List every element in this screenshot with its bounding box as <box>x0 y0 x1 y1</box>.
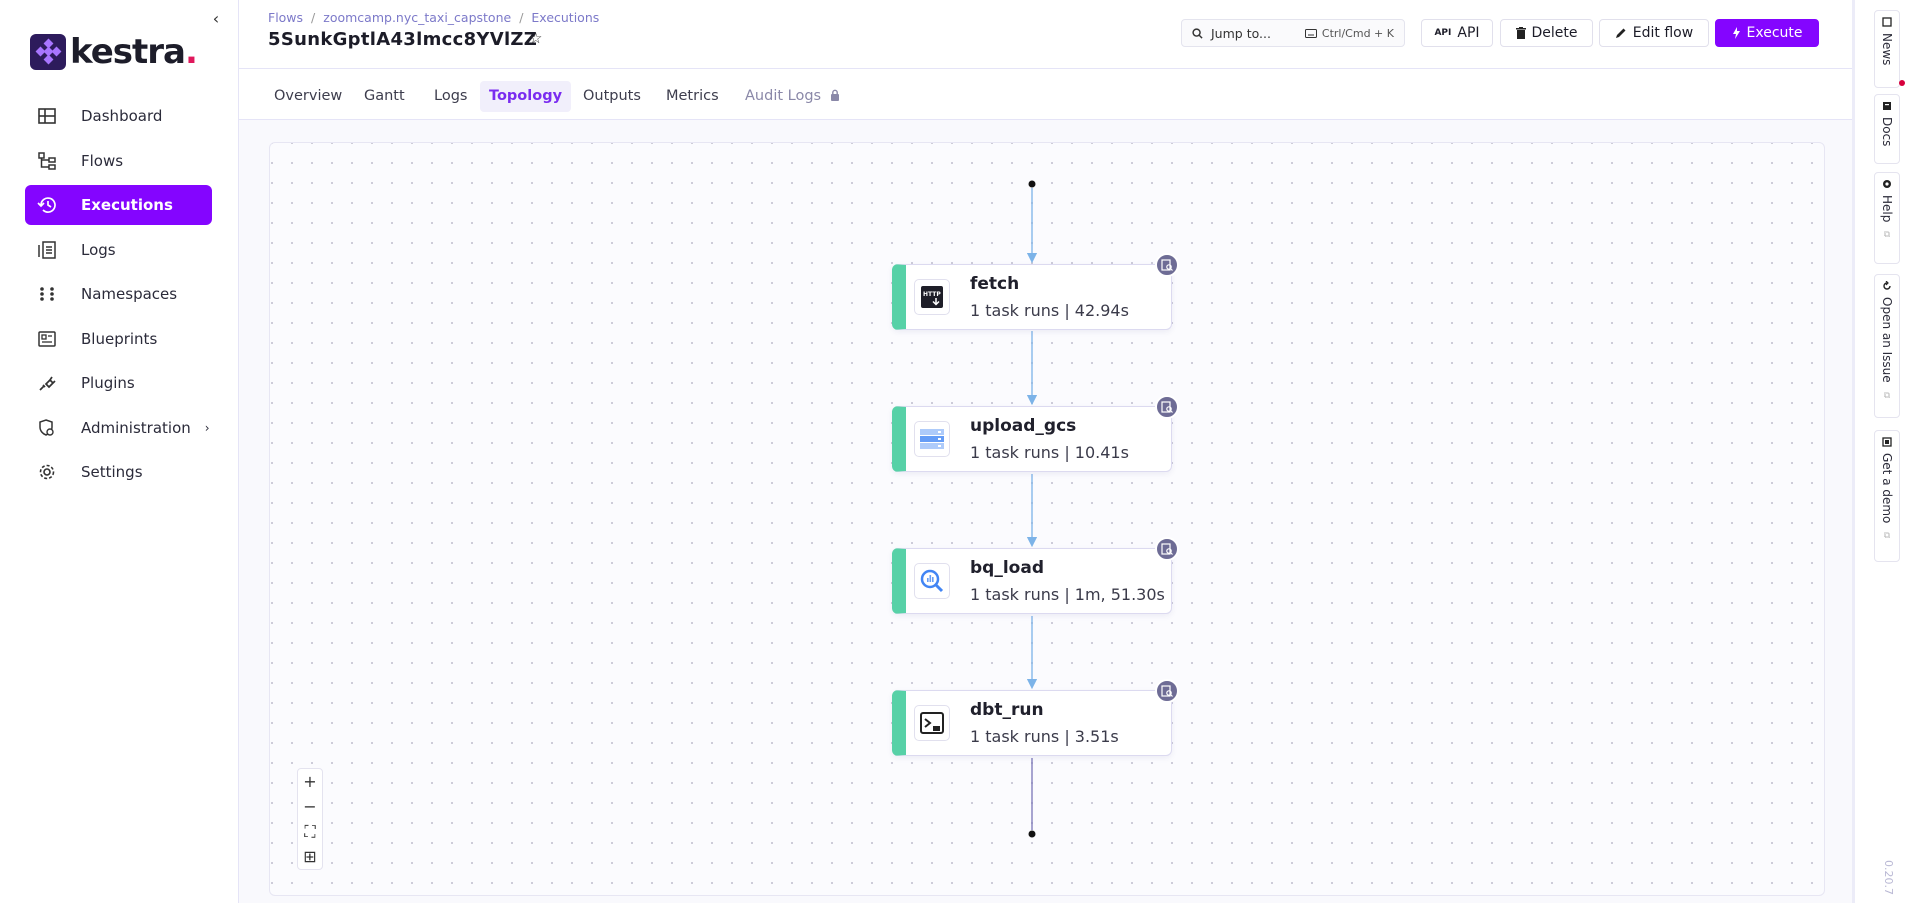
fit-view-button[interactable]: ⛶ <box>298 819 322 844</box>
task-name: bq_load <box>970 558 1044 578</box>
rail-item-docs[interactable]: Docs <box>1874 94 1900 164</box>
task-name: upload_gcs <box>970 416 1077 436</box>
task-logs-icon[interactable] <box>1155 253 1179 277</box>
bigquery-icon <box>914 563 950 599</box>
task-node-fetch[interactable]: HTTP fetch 1 task runs | 42.94s <box>892 253 1179 330</box>
http-download-icon: HTTP <box>914 279 950 315</box>
zoom-in-button[interactable]: + <box>298 769 322 794</box>
task-node-dbt-run[interactable]: dbt_run 1 task runs | 3.51s <box>892 679 1179 756</box>
rail-item-get-demo[interactable]: Get a demo ⧉ <box>1874 430 1900 562</box>
gcs-bucket-icon <box>914 421 950 457</box>
demo-icon <box>1882 437 1892 447</box>
toggle-minimap-button[interactable]: ⊞ <box>298 844 322 869</box>
task-name: fetch <box>970 274 1020 294</box>
terminal-icon <box>914 705 950 741</box>
end-node <box>1028 830 1036 838</box>
zoom-out-button[interactable]: − <box>298 794 322 819</box>
rail-item-open-issue[interactable]: Open an Issue ⧉ <box>1874 274 1900 418</box>
app-version: 0.20.7 <box>1882 860 1895 895</box>
rail-item-news[interactable]: News <box>1874 10 1900 88</box>
docs-icon <box>1883 102 1891 110</box>
task-logs-icon[interactable] <box>1155 679 1179 703</box>
external-link-icon: ⧉ <box>1883 390 1891 401</box>
help-icon <box>1883 180 1891 188</box>
task-meta: 1 task runs | 10.41s <box>970 443 1129 462</box>
rail-divider <box>1852 0 1855 903</box>
external-link-icon: ⧉ <box>1883 531 1891 542</box>
task-meta: 1 task runs | 3.51s <box>970 727 1119 746</box>
svg-text:HTTP: HTTP <box>923 291 941 298</box>
task-meta: 1 task runs | 42.94s <box>970 301 1129 320</box>
external-link-icon: ⧉ <box>1883 230 1891 241</box>
news-icon <box>1882 17 1892 27</box>
refresh-icon <box>1883 281 1891 290</box>
start-node <box>1028 180 1036 188</box>
task-node-bq-load[interactable]: bq_load 1 task runs | 1m, 51.30s <box>892 537 1179 614</box>
zoom-controls: + − ⛶ ⊞ <box>297 768 323 870</box>
task-name: dbt_run <box>970 700 1044 720</box>
task-meta: 1 task runs | 1m, 51.30s <box>970 585 1165 604</box>
task-node-upload-gcs[interactable]: upload_gcs 1 task runs | 10.41s <box>892 395 1179 472</box>
task-logs-icon[interactable] <box>1155 537 1179 561</box>
news-unread-dot <box>1899 80 1905 86</box>
rail-item-help[interactable]: Help ⧉ <box>1874 172 1900 264</box>
task-logs-icon[interactable] <box>1155 395 1179 419</box>
